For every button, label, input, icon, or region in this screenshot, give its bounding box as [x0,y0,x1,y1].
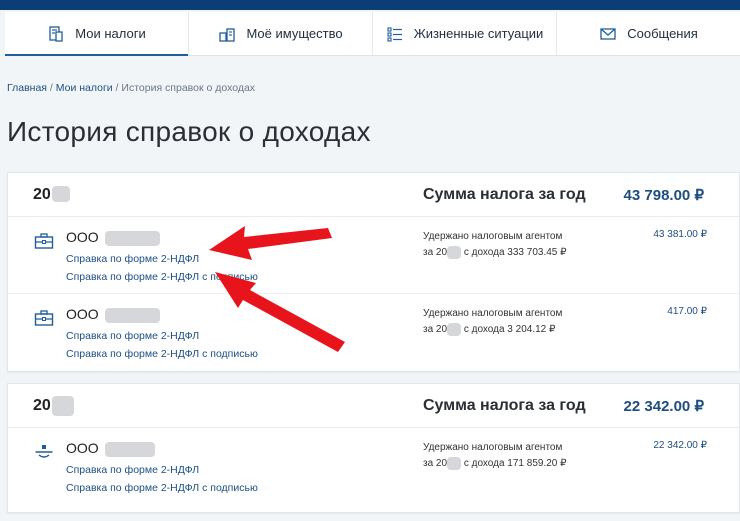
tab-label: Мои налоги [75,26,146,41]
ndfl-signed-certificate-link[interactable]: Справка по форме 2-НДФЛ с подписью [66,271,258,283]
tab-label: Жизненные ситуации [413,26,544,41]
tab-life-situations[interactable]: Жизненные ситуации [373,12,557,55]
briefcase-icon [34,310,54,326]
withheld-period: за 20 с дохода 3 204.12 ₽ [423,322,562,338]
entry-amount: 417.00 ₽ [667,306,707,317]
org-prefix: ООО [66,306,99,322]
tab-my-property[interactable]: Моё имущество [189,12,373,55]
withheld-period: за 20 с дохода 171 859.20 ₽ [423,456,567,472]
year-card: 20 Сумма налога за год 43 798.00 ₽ ООО С… [7,172,740,372]
withheld-income: с дохода 3 204.12 ₽ [461,324,556,335]
org-prefix: ООО [66,440,99,456]
withheld-label: Удержано налоговым агентом [423,231,563,242]
redacted-blur [447,456,462,470]
tab-messages[interactable]: Сообщения [557,12,740,55]
envelope-icon [600,27,616,40]
agent-icon [35,445,53,458]
property-icon [219,27,236,42]
income-entry: ООО Справка по форме 2-НДФЛ Справка по ф… [8,294,739,371]
withheld-income: с дохода 333 703.45 ₽ [461,247,567,258]
withheld-info: Удержано налоговым агентом за 20 с доход… [423,440,567,472]
ndfl-signed-certificate-link[interactable]: Справка по форме 2-НДФЛ с подписью [66,348,258,360]
briefcase-icon [34,233,54,249]
withheld-period-prefix: за 20 [423,458,448,469]
tab-label: Моё имущество [246,26,343,41]
year-label: 20 [33,395,74,416]
redacted-blur [104,441,155,457]
redacted-blur [447,245,462,259]
year-sum-value: 43 798.00 ₽ [623,186,704,204]
year-card: 20 Сумма налога за год 22 342.00 ₽ ООО С… [7,383,740,513]
redacted-blur [104,230,160,246]
year-header: 20 Сумма налога за год 22 342.00 ₽ [8,384,739,428]
entry-amount: 22 342.00 ₽ [653,440,707,451]
withheld-info: Удержано налоговым агентом за 20 с доход… [423,229,567,261]
entry-amount: 43 381.00 ₽ [653,229,707,240]
income-entry: ООО Справка по форме 2-НДФЛ Справка по ф… [8,428,739,512]
main-tabs: Мои налоги Моё имущество Жизненные ситуа… [5,12,740,56]
redacted-blur [104,307,160,323]
org-name: ООО [66,306,160,323]
breadcrumb: Главная / Мои налоги / История справок о… [7,82,255,94]
year-sum-label: Сумма налога за год [423,396,586,414]
list-icon [387,26,402,42]
org-name: ООО [66,440,155,457]
taxes-icon [49,25,63,42]
year-text: 20 [33,396,51,414]
redacted-blur [447,322,462,336]
ndfl-certificate-link[interactable]: Справка по форме 2-НДФЛ [66,253,199,265]
org-name: ООО [66,229,160,246]
withheld-period-prefix: за 20 [423,324,448,335]
redacted-blur [51,395,74,416]
breadcrumb-current: История справок о доходах [121,82,256,94]
withheld-label: Удержано налоговым агентом [423,308,563,319]
year-sum-value: 22 342.00 ₽ [623,397,704,415]
income-entry: ООО Справка по форме 2-НДФЛ Справка по ф… [8,217,739,294]
tab-label: Сообщения [627,26,698,41]
year-header: 20 Сумма налога за год 43 798.00 ₽ [8,173,739,217]
withheld-info: Удержано налоговым агентом за 20 с доход… [423,306,562,338]
ndfl-certificate-link[interactable]: Справка по форме 2-НДФЛ [66,464,199,476]
top-bar [0,0,740,10]
tab-my-taxes[interactable]: Мои налоги [5,12,189,56]
withheld-period-prefix: за 20 [423,247,448,258]
ndfl-signed-certificate-link[interactable]: Справка по форме 2-НДФЛ с подписью [66,482,258,494]
withheld-income: с дохода 171 859.20 ₽ [461,458,567,469]
year-sum-label: Сумма налога за год [423,185,586,203]
withheld-label: Удержано налоговым агентом [423,442,563,453]
breadcrumb-separator: / [46,82,56,94]
year-label: 20 [33,186,70,204]
ndfl-certificate-link[interactable]: Справка по форме 2-НДФЛ [66,330,199,342]
redacted-blur [51,186,70,203]
withheld-period: за 20 с дохода 333 703.45 ₽ [423,245,567,261]
org-prefix: ООО [66,229,99,245]
breadcrumb-taxes-link[interactable]: Мои налоги [56,82,113,94]
page-title: История справок о доходах [7,116,371,147]
breadcrumb-home-link[interactable]: Главная [7,82,47,94]
year-text: 20 [33,185,51,203]
